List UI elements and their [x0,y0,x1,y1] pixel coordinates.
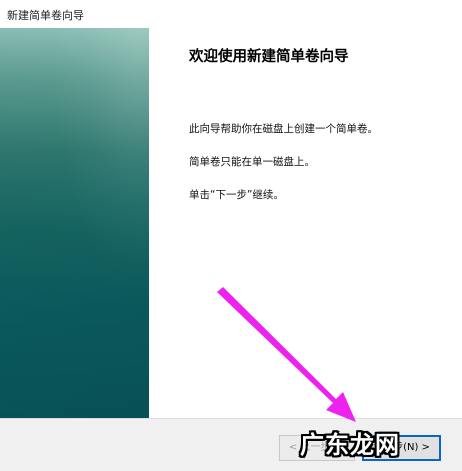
page-heading: 欢迎使用新建简单卷向导 [189,49,349,65]
wizard-content: 欢迎使用新建简单卷向导 此向导帮助你在磁盘上创建一个简单卷。 简单卷只能在单一磁… [149,28,462,418]
window-title: 新建简单卷向导 [7,9,84,22]
watermark-text: 广东龙网 [300,431,400,459]
single-disk-note: 简单卷只能在单一磁盘上。 [189,156,315,168]
new-simple-volume-wizard-window: 新建简单卷向导 欢迎使用新建简单卷向导 此向导帮助你在磁盘上创建一个简单卷。 简… [0,0,462,471]
title-bar: 新建简单卷向导 [0,0,462,28]
description-text: 此向导帮助你在磁盘上创建一个简单卷。 [189,123,378,135]
continue-instruction: 单击“下一步”继续。 [189,189,284,201]
watermark-logo: 广东龙网 [300,425,400,460]
wizard-side-banner [0,28,149,418]
